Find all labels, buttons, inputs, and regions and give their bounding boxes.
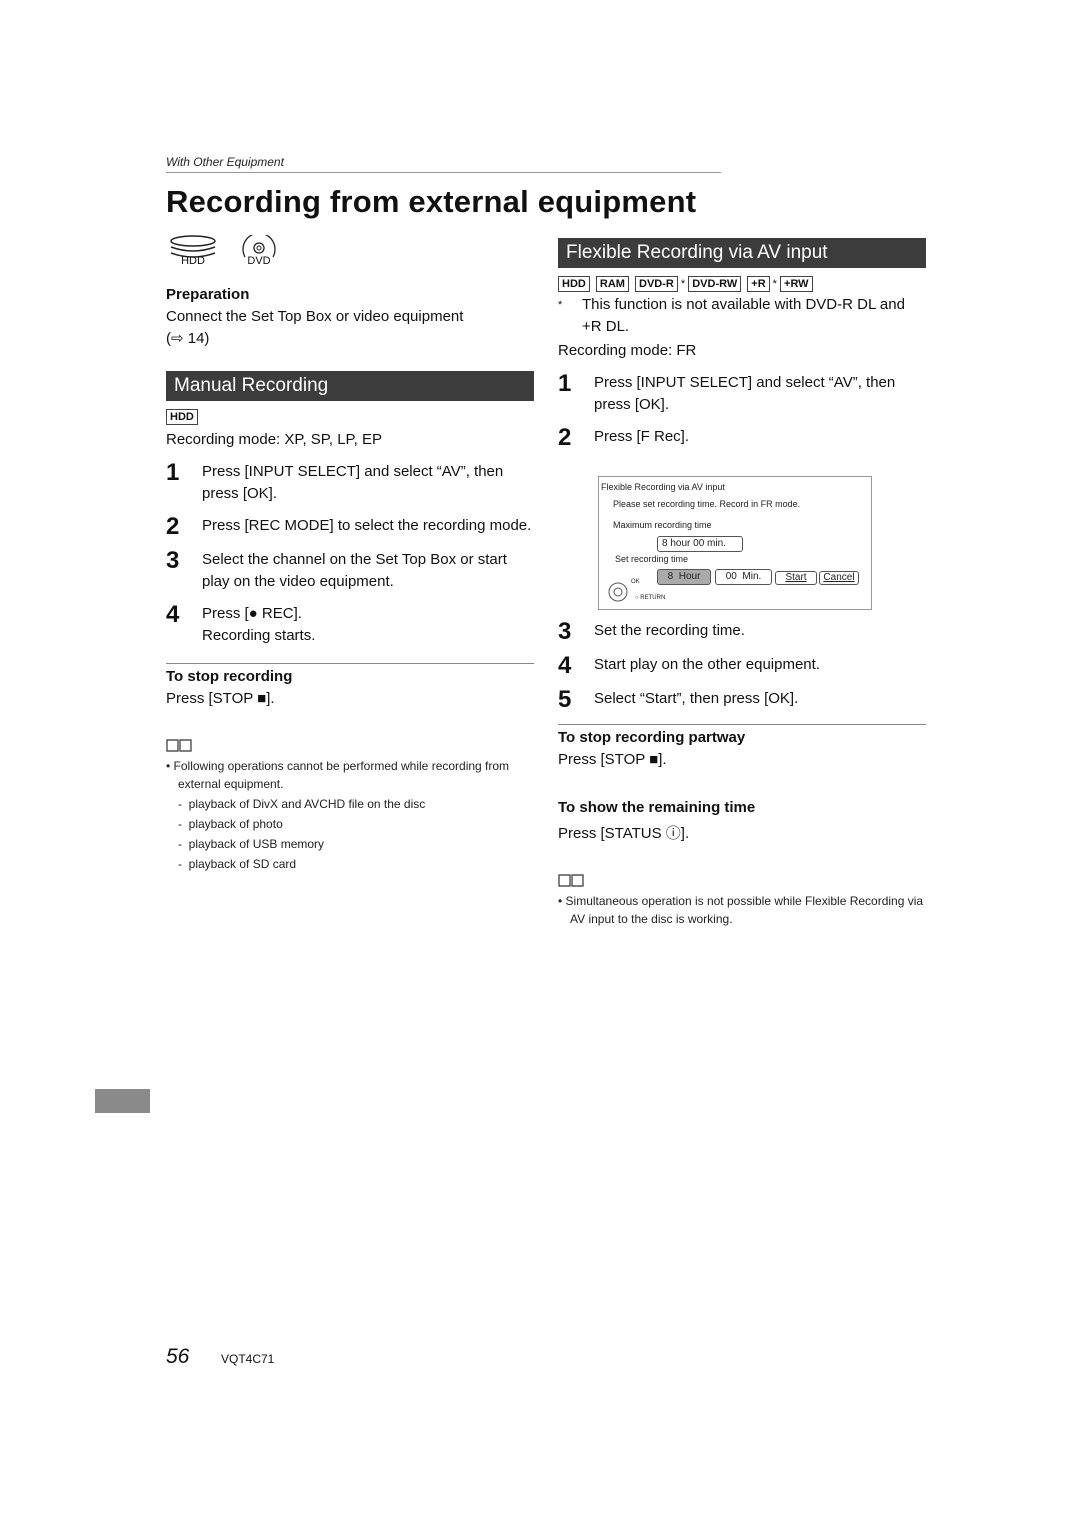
stop-partway-text: Press [STOP ■]. — [558, 751, 667, 768]
divider — [558, 724, 926, 725]
stop-partway-heading: To stop recording partway — [558, 729, 746, 746]
recording-mode: Recording mode: XP, SP, LP, EP — [166, 431, 382, 448]
step: 2 Press [REC MODE] to select the recordin… — [166, 513, 532, 540]
footnote: * This function is not available with DV… — [558, 296, 905, 335]
side-tab-marker — [95, 1089, 150, 1113]
note-item: - playback of USB memory — [178, 837, 325, 851]
note: • Simultaneous operation is not possible… — [558, 894, 924, 926]
min-field[interactable]: 00 Min. — [715, 569, 772, 585]
remaining-time-text: Press [STATUS ⓘ]. — [558, 825, 690, 842]
remaining-time-heading: To show the remaining time — [558, 799, 756, 816]
flexible-recording-heading: Flexible Recording via AV input — [558, 238, 926, 268]
note-book-icon — [558, 874, 584, 887]
step: 5 Select “Start”, then press [OK]. — [558, 686, 799, 713]
ok-hint: OK — [631, 579, 640, 585]
start-button[interactable]: Start — [775, 571, 817, 585]
stop-text: Press [STOP ■]. — [166, 690, 275, 707]
page-title: Recording from external equipment — [166, 184, 697, 219]
hdd-icon: HDD — [168, 235, 218, 267]
badge-hdd: HDD — [166, 409, 198, 425]
step: 1 Press [INPUT SELECT] and select “AV”, t… — [558, 370, 896, 414]
divider — [166, 663, 534, 664]
cancel-button[interactable]: Cancel — [819, 571, 859, 585]
manual-recording-heading: Manual Recording — [166, 371, 534, 401]
recording-screen: Flexible Recording via AV input Please s… — [598, 476, 872, 610]
badge-ram: RAM — [595, 276, 629, 292]
note-item: - playback of photo — [178, 817, 283, 831]
note: • Following operations cannot be perform… — [166, 757, 534, 873]
preparation-text: Connect the Set Top Box or video equipme… — [166, 308, 464, 325]
document-code: VQT4C71 — [221, 1352, 275, 1366]
set-time-label: Set recording time — [615, 554, 689, 564]
return-hint: ○ RETURN — [635, 595, 666, 601]
remote-dpad-icon — [608, 582, 628, 602]
screen-title: Flexible Recording via AV input — [601, 482, 725, 492]
max-time-value: 8 hour 00 min. — [657, 536, 743, 552]
badge-dvd-rw: DVD-RW — [688, 276, 742, 292]
preparation-heading: Preparation — [166, 286, 250, 303]
screen-message: Please set recording time. Record in FR … — [613, 499, 801, 509]
step: 3 Set the recording time. — [558, 618, 745, 645]
dvd-icon: DVD — [234, 235, 284, 267]
badge-plus-r: +R — [747, 276, 770, 292]
section-divider — [166, 172, 721, 173]
badge-dvd-r: DVD-R — [635, 276, 678, 292]
step: 1 Press [INPUT SELECT] and select “AV”, t… — [166, 459, 504, 503]
step: 4 Start play on the other equipment. — [558, 652, 820, 679]
step: 3 Select the channel on the Set Top Box o… — [166, 547, 507, 591]
recording-mode: Recording mode: FR — [558, 342, 697, 359]
right-column: Flexible Recording via AV input HDD RAM … — [558, 238, 926, 928]
note-book-icon — [166, 739, 192, 752]
step: 4 Press [● REC]. Recording starts. — [166, 601, 316, 645]
disc-icons: HDD DVD — [168, 235, 284, 267]
left-column: Preparation Connect the Set Top Box or v… — [166, 284, 534, 873]
page-number: 56 — [166, 1345, 190, 1368]
badge-plus-rw: +RW — [780, 276, 813, 292]
badge-hdd: HDD — [558, 276, 590, 292]
hour-field[interactable]: 8 Hour — [657, 569, 711, 585]
note-item: - playback of DivX and AVCHD file on the… — [178, 797, 426, 811]
max-time-label: Maximum recording time — [613, 520, 712, 530]
step: 2 Press [F Rec]. — [558, 424, 690, 451]
stop-heading: To stop recording — [166, 668, 293, 685]
section-label: With Other Equipment — [166, 155, 284, 169]
media-badges: HDD RAM DVD-R * DVD-RW +R * +RW — [558, 276, 926, 292]
note-item: - playback of SD card — [178, 857, 297, 871]
preparation-ref: (⇨ 14) — [166, 330, 210, 347]
